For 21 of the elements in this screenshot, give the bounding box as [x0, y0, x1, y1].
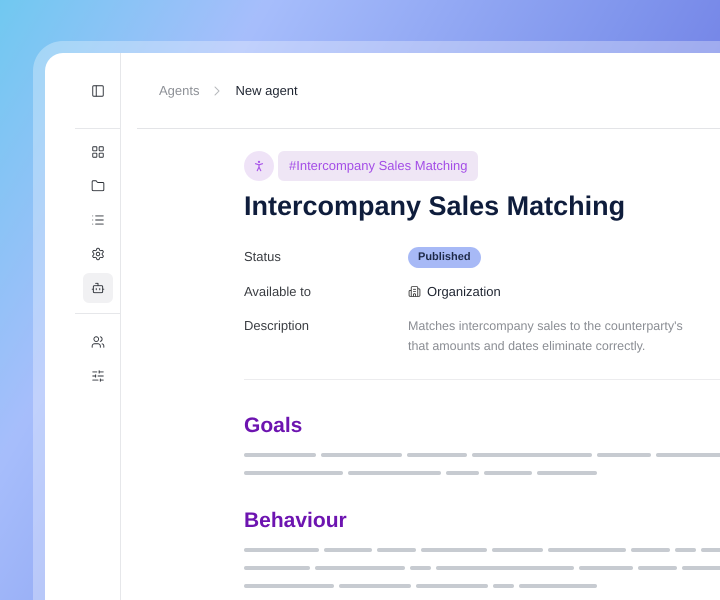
settings-icon: [90, 247, 104, 261]
audience-value: Organization: [427, 282, 501, 301]
field-label: Status: [244, 248, 282, 266]
sidebar-toggle-icon: [90, 84, 104, 98]
status-badge: Published: [408, 247, 481, 268]
grid-icon: [90, 145, 104, 159]
description-text: Matches intercompany sales to the counterparty's that amounts and dates eliminate correctly.: [408, 318, 683, 355]
agent-tag: #Intercompany Sales Matching: [278, 151, 478, 181]
folder-icon: [90, 179, 104, 193]
sliders-icon: [90, 369, 104, 383]
breadcrumb-link[interactable]: New agent: [235, 80, 298, 100]
field-label: Available to: [244, 282, 312, 300]
users-icon: [90, 335, 104, 349]
section-heading: Behaviour: [244, 508, 348, 534]
agent-title: Intercompany Sales Matching: [244, 190, 626, 223]
robot-icon: [90, 281, 104, 295]
field-label: Description: [244, 316, 310, 335]
sidebar-button[interactable]: [82, 273, 112, 303]
section-heading: Goals: [244, 412, 304, 438]
person-icon: [252, 159, 266, 173]
building-icon: [408, 285, 421, 298]
